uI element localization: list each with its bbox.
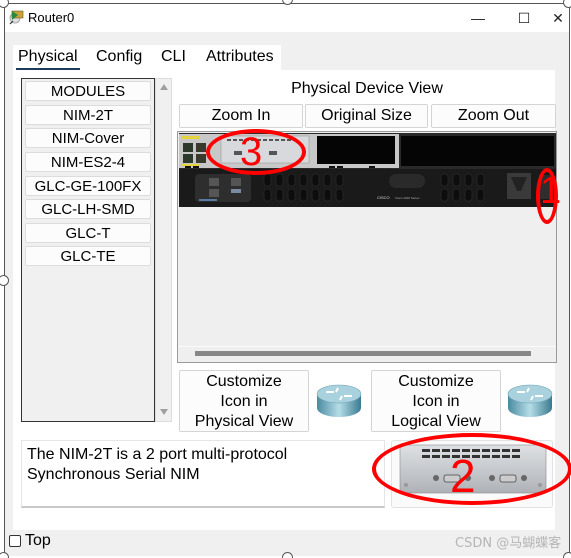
original-size-button[interactable]: Original Size: [305, 104, 428, 128]
router-chassis-front: CISCO Cisco 4300 Series: [179, 169, 556, 207]
minimize-icon: —: [471, 10, 485, 26]
module-item-nim-cover[interactable]: NIM-Cover: [25, 128, 151, 148]
resize-handle-bottom-middle[interactable]: [282, 552, 293, 558]
maximize-icon: ☐: [517, 9, 531, 26]
customize-physical-line-1: Customize: [206, 373, 282, 390]
module-item-glc-lh-smd[interactable]: GLC-LH-SMD: [25, 199, 151, 219]
router-front-panel-top-graphic: [179, 133, 556, 169]
tab-cli[interactable]: CLI: [157, 46, 190, 68]
router-chassis-slots: [179, 133, 556, 169]
tab-bar: Physical Config CLI Attributes: [5, 32, 569, 71]
router-icon-physical: [316, 384, 362, 417]
scroll-up-arrow-icon[interactable]: [160, 84, 168, 90]
device-view-horizontal-scrollbar[interactable]: [178, 346, 556, 362]
watermark-text: CSDN @马蝴蝶客: [455, 536, 562, 551]
top-checkbox-label: Top: [25, 532, 51, 549]
tab-config[interactable]: Config: [92, 46, 146, 68]
top-checkbox[interactable]: [9, 535, 21, 547]
customize-logical-line-2: Icon in: [412, 393, 460, 410]
maximize-button[interactable]: ☐: [501, 4, 547, 32]
physical-device-view-canvas[interactable]: CISCO Cisco 4300 Series: [177, 131, 557, 363]
module-item-glc-t[interactable]: GLC-T: [25, 223, 151, 243]
physical-device-view-title: Physical Device View: [291, 80, 443, 97]
module-preview-image: [391, 440, 553, 508]
customize-logical-line-3: Logical View: [391, 413, 481, 430]
physical-tab-content: MODULES NIM-2T NIM-Cover NIM-ES2-4 GLC-G…: [13, 70, 557, 530]
description-line-2: Synchronous Serial NIM: [27, 466, 200, 483]
modules-list[interactable]: MODULES NIM-2T NIM-Cover NIM-ES2-4 GLC-G…: [21, 78, 155, 422]
module-item-nim-es2-4[interactable]: NIM-ES2-4: [25, 152, 151, 172]
customize-physical-icon-button[interactable]: Customize Icon in Physical View: [179, 370, 309, 432]
customize-logical-icon-button[interactable]: Customize Icon in Logical View: [371, 370, 501, 432]
zoom-out-button[interactable]: Zoom Out: [431, 104, 556, 128]
router-dialog-window: Router0 — ☐ ✕ Physical Config CLI Attrib…: [4, 3, 570, 556]
customize-physical-line-2: Icon in: [220, 393, 268, 410]
title-bar[interactable]: Router0 — ☐ ✕: [5, 4, 569, 32]
cisco-logo-text: CISCO: [377, 195, 390, 200]
horizontal-scroll-thumb[interactable]: [195, 351, 531, 356]
router-icon-logical: [507, 384, 553, 417]
modules-header: MODULES: [25, 81, 151, 101]
window-title: Router0: [28, 10, 75, 25]
scroll-down-arrow-icon[interactable]: [160, 409, 168, 415]
resize-handle-top-right[interactable]: [563, 0, 571, 8]
modules-scrollbar[interactable]: [155, 78, 172, 422]
customize-logical-line-1: Customize: [398, 373, 474, 390]
description-line-1: The NIM-2T is a 2 port multi-protocol: [27, 446, 288, 463]
router-front-panel-bottom-graphic: CISCO Cisco 4300 Series: [179, 169, 556, 207]
tab-physical[interactable]: Physical: [14, 46, 82, 71]
minimize-button[interactable]: —: [455, 4, 501, 32]
router-model-label: Cisco 4300 Series: [395, 196, 420, 200]
zoom-in-button[interactable]: Zoom In: [179, 104, 303, 128]
packet-tracer-app-icon: [9, 10, 24, 25]
close-icon: ✕: [552, 9, 564, 26]
module-item-glc-ge-100fx[interactable]: GLC-GE-100FX: [25, 176, 151, 196]
resize-handle-bottom-left[interactable]: [0, 552, 9, 558]
nim-2t-module-graphic: [399, 444, 547, 494]
module-item-nim-2t[interactable]: NIM-2T: [25, 105, 151, 125]
customize-physical-line-3: Physical View: [194, 413, 294, 430]
top-checkbox-container[interactable]: Top: [9, 532, 51, 550]
resize-handle-bottom-right[interactable]: [563, 552, 571, 558]
tab-attributes[interactable]: Attributes: [202, 46, 278, 68]
close-button[interactable]: ✕: [545, 4, 571, 32]
module-item-glc-te[interactable]: GLC-TE: [25, 246, 151, 266]
module-description: The NIM-2T is a 2 port multi-protocol Sy…: [21, 440, 385, 508]
